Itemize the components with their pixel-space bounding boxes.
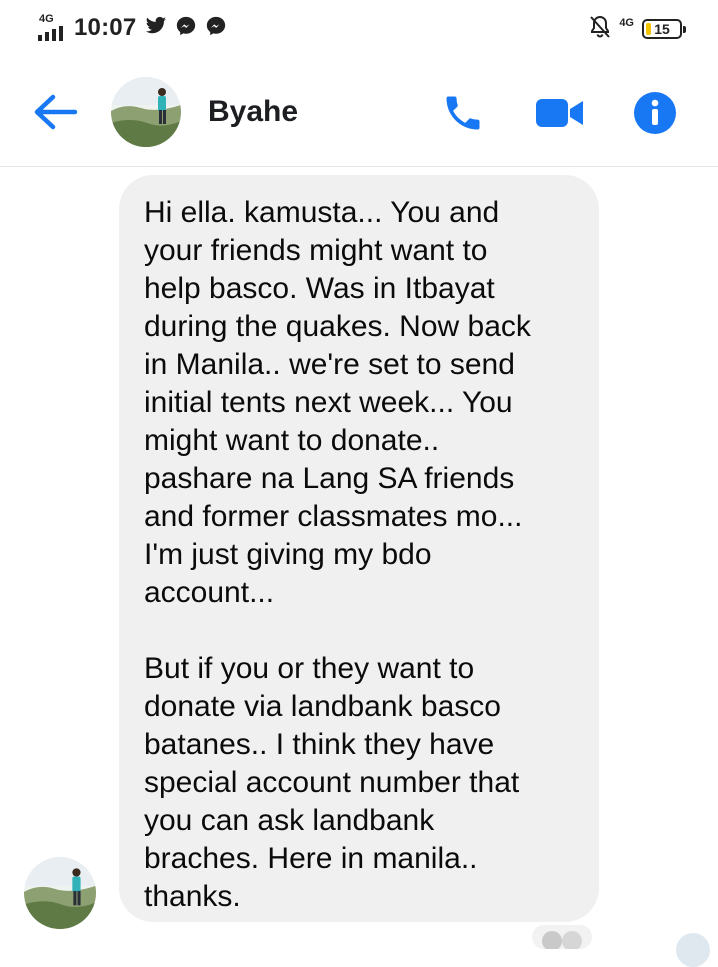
- messenger-icon: [205, 15, 227, 42]
- message-text-line: I'm just giving my bdo: [144, 538, 432, 571]
- message-bubble[interactable]: Hi ella. kamusta... You and your friends …: [119, 175, 599, 922]
- battery-level: 15: [654, 21, 670, 37]
- message-text-line: thanks.: [144, 880, 241, 913]
- status-bar: 4G 10:07 4G 15: [0, 0, 718, 58]
- network-type-label-right: 4G: [619, 16, 634, 29]
- message-text-line: during the quakes. Now back: [144, 310, 531, 343]
- video-call-button[interactable]: [535, 88, 585, 138]
- voice-call-button[interactable]: [438, 88, 488, 138]
- message-text-line: donate via landbank basco: [144, 690, 501, 723]
- info-icon: [634, 92, 676, 134]
- battery-fill: [646, 23, 651, 35]
- message-text-line: account...: [144, 576, 275, 609]
- phone-icon: [446, 96, 480, 130]
- sender-avatar[interactable]: [24, 857, 96, 929]
- message-text-line: batanes.. I think they have: [144, 728, 495, 761]
- info-button[interactable]: [630, 88, 680, 138]
- message-text-line: might want to donate..: [144, 424, 440, 457]
- message-text-line: But if you or they want to: [144, 652, 475, 685]
- message-thread[interactable]: Hi ella. kamusta... You and your friends …: [0, 167, 718, 967]
- battery-icon: 15: [642, 19, 686, 39]
- message-text-line: and former classmates mo...: [144, 500, 523, 533]
- messenger-icon: [175, 15, 197, 42]
- message-text-line: special account number that: [144, 766, 520, 799]
- message-text-line: in Manila.. we're set to send: [144, 348, 515, 381]
- back-button[interactable]: [30, 90, 80, 134]
- contact-name[interactable]: Byahe: [208, 94, 298, 130]
- read-receipt-icon: [676, 933, 710, 967]
- status-time: 10:07: [74, 14, 137, 41]
- network-type-label: 4G: [39, 13, 54, 25]
- notification-off-icon: [589, 15, 611, 44]
- conversation-header: Byahe: [0, 58, 718, 167]
- status-bar-right: 4G 15: [589, 12, 686, 46]
- message-text-line: you can ask landbank: [144, 804, 435, 837]
- message-text-line: pashare na Lang SA friends: [144, 462, 515, 495]
- message-text-line: help basco. Was in Itbayat: [144, 272, 495, 305]
- arrow-left-icon: [34, 94, 78, 130]
- add-reaction-icon[interactable]: [532, 925, 592, 949]
- message-text-line: initial tents next week... You: [144, 386, 513, 419]
- status-bar-left: 4G 10:07: [38, 10, 227, 46]
- video-camera-icon: [536, 99, 583, 127]
- twitter-icon: [145, 16, 167, 41]
- message-text-line: braches. Here in manila..: [144, 842, 478, 875]
- avatar[interactable]: [111, 77, 181, 147]
- message-text-line: your friends might want to: [144, 234, 488, 267]
- message-text-line: Hi ella. kamusta... You and: [144, 196, 500, 229]
- signal-strength-icon: 4G: [38, 14, 70, 42]
